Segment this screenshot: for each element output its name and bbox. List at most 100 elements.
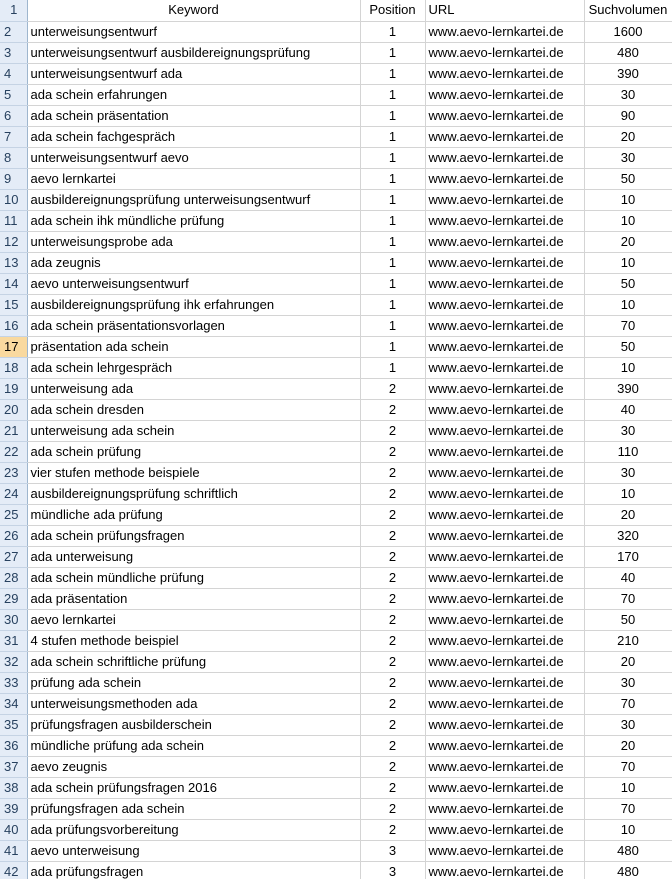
volume-cell[interactable]: 30 [584,84,672,106]
position-cell[interactable]: 3 [360,840,426,862]
row-number[interactable]: 20 [0,399,28,421]
volume-cell[interactable]: 10 [584,294,672,316]
keyword-cell[interactable]: ada schein mündliche prüfung [27,567,361,589]
url-cell[interactable]: www.aevo-lernkartei.de [425,567,585,589]
keyword-cell[interactable]: ada schein prüfungsfragen 2016 [27,777,361,799]
url-cell[interactable]: www.aevo-lernkartei.de [425,126,585,148]
keyword-cell[interactable]: ada schein schriftliche prüfung [27,651,361,673]
position-cell[interactable]: 1 [360,63,426,85]
position-cell[interactable]: 1 [360,84,426,106]
keyword-cell[interactable]: prüfung ada schein [27,672,361,694]
volume-cell[interactable]: 30 [584,420,672,442]
position-cell[interactable]: 1 [360,231,426,253]
volume-cell[interactable]: 50 [584,168,672,190]
row-number[interactable]: 14 [0,273,28,295]
row-number[interactable]: 4 [0,63,28,85]
row-number[interactable]: 41 [0,840,28,862]
keyword-cell[interactable]: 4 stufen methode beispiel [27,630,361,652]
position-cell[interactable]: 2 [360,378,426,400]
url-cell[interactable]: www.aevo-lernkartei.de [425,105,585,127]
row-number[interactable]: 31 [0,630,28,652]
keyword-cell[interactable]: ada zeugnis [27,252,361,274]
volume-cell[interactable]: 40 [584,567,672,589]
keyword-cell[interactable]: unterweisungsentwurf ada [27,63,361,85]
header-keyword[interactable]: Keyword [27,0,361,22]
row-number[interactable]: 5 [0,84,28,106]
position-cell[interactable]: 2 [360,588,426,610]
keyword-cell[interactable]: unterweisungsprobe ada [27,231,361,253]
position-cell[interactable]: 2 [360,546,426,568]
url-cell[interactable]: www.aevo-lernkartei.de [425,357,585,379]
position-cell[interactable]: 1 [360,21,426,43]
keyword-cell[interactable]: ada schein prüfung [27,441,361,463]
volume-cell[interactable]: 30 [584,672,672,694]
position-cell[interactable]: 2 [360,756,426,778]
keyword-cell[interactable]: ada schein erfahrungen [27,84,361,106]
position-cell[interactable]: 2 [360,714,426,736]
keyword-cell[interactable]: unterweisungsentwurf ausbildereignungspr… [27,42,361,64]
volume-cell[interactable]: 50 [584,336,672,358]
position-cell[interactable]: 2 [360,735,426,757]
row-number[interactable]: 23 [0,462,28,484]
keyword-cell[interactable]: unterweisungsentwurf [27,21,361,43]
row-number[interactable]: 32 [0,651,28,673]
row-number[interactable]: 3 [0,42,28,64]
keyword-cell[interactable]: aevo zeugnis [27,756,361,778]
row-number[interactable]: 12 [0,231,28,253]
keyword-cell[interactable]: aevo unterweisungsentwurf [27,273,361,295]
position-cell[interactable]: 1 [360,126,426,148]
url-cell[interactable]: www.aevo-lernkartei.de [425,42,585,64]
position-cell[interactable]: 2 [360,630,426,652]
volume-cell[interactable]: 70 [584,693,672,715]
keyword-cell[interactable]: unterweisungsentwurf aevo [27,147,361,169]
url-cell[interactable]: www.aevo-lernkartei.de [425,609,585,631]
row-number[interactable]: 36 [0,735,28,757]
url-cell[interactable]: www.aevo-lernkartei.de [425,294,585,316]
row-number[interactable]: 13 [0,252,28,274]
row-number[interactable]: 1 [0,0,28,22]
row-number[interactable]: 39 [0,798,28,820]
row-number[interactable]: 34 [0,693,28,715]
url-cell[interactable]: www.aevo-lernkartei.de [425,147,585,169]
keyword-cell[interactable]: ausbildereignungsprüfung ihk erfahrungen [27,294,361,316]
volume-cell[interactable]: 20 [584,504,672,526]
position-cell[interactable]: 1 [360,147,426,169]
volume-cell[interactable]: 30 [584,714,672,736]
volume-cell[interactable]: 10 [584,819,672,841]
url-cell[interactable]: www.aevo-lernkartei.de [425,378,585,400]
volume-cell[interactable]: 10 [584,357,672,379]
row-number[interactable]: 42 [0,861,28,879]
url-cell[interactable]: www.aevo-lernkartei.de [425,441,585,463]
row-number[interactable]: 38 [0,777,28,799]
position-cell[interactable]: 2 [360,483,426,505]
keyword-cell[interactable]: unterweisung ada [27,378,361,400]
url-cell[interactable]: www.aevo-lernkartei.de [425,210,585,232]
url-cell[interactable]: www.aevo-lernkartei.de [425,546,585,568]
position-cell[interactable]: 3 [360,861,426,879]
volume-cell[interactable]: 40 [584,399,672,421]
keyword-cell[interactable]: ada schein präsentationsvorlagen [27,315,361,337]
position-cell[interactable]: 1 [360,168,426,190]
row-number[interactable]: 2 [0,21,28,43]
position-cell[interactable]: 2 [360,609,426,631]
keyword-cell[interactable]: ada schein präsentation [27,105,361,127]
position-cell[interactable]: 2 [360,441,426,463]
position-cell[interactable]: 2 [360,693,426,715]
url-cell[interactable]: www.aevo-lernkartei.de [425,231,585,253]
volume-cell[interactable]: 480 [584,840,672,862]
volume-cell[interactable]: 320 [584,525,672,547]
row-number[interactable]: 33 [0,672,28,694]
volume-cell[interactable]: 90 [584,105,672,127]
position-cell[interactable]: 1 [360,294,426,316]
position-cell[interactable]: 2 [360,777,426,799]
url-cell[interactable]: www.aevo-lernkartei.de [425,588,585,610]
row-number[interactable]: 17 [0,336,28,358]
keyword-cell[interactable]: ada schein fachgespräch [27,126,361,148]
keyword-cell[interactable]: ausbildereignungsprüfung schriftlich [27,483,361,505]
volume-cell[interactable]: 10 [584,210,672,232]
url-cell[interactable]: www.aevo-lernkartei.de [425,798,585,820]
position-cell[interactable]: 2 [360,525,426,547]
url-cell[interactable]: www.aevo-lernkartei.de [425,693,585,715]
row-number[interactable]: 28 [0,567,28,589]
keyword-cell[interactable]: ada unterweisung [27,546,361,568]
